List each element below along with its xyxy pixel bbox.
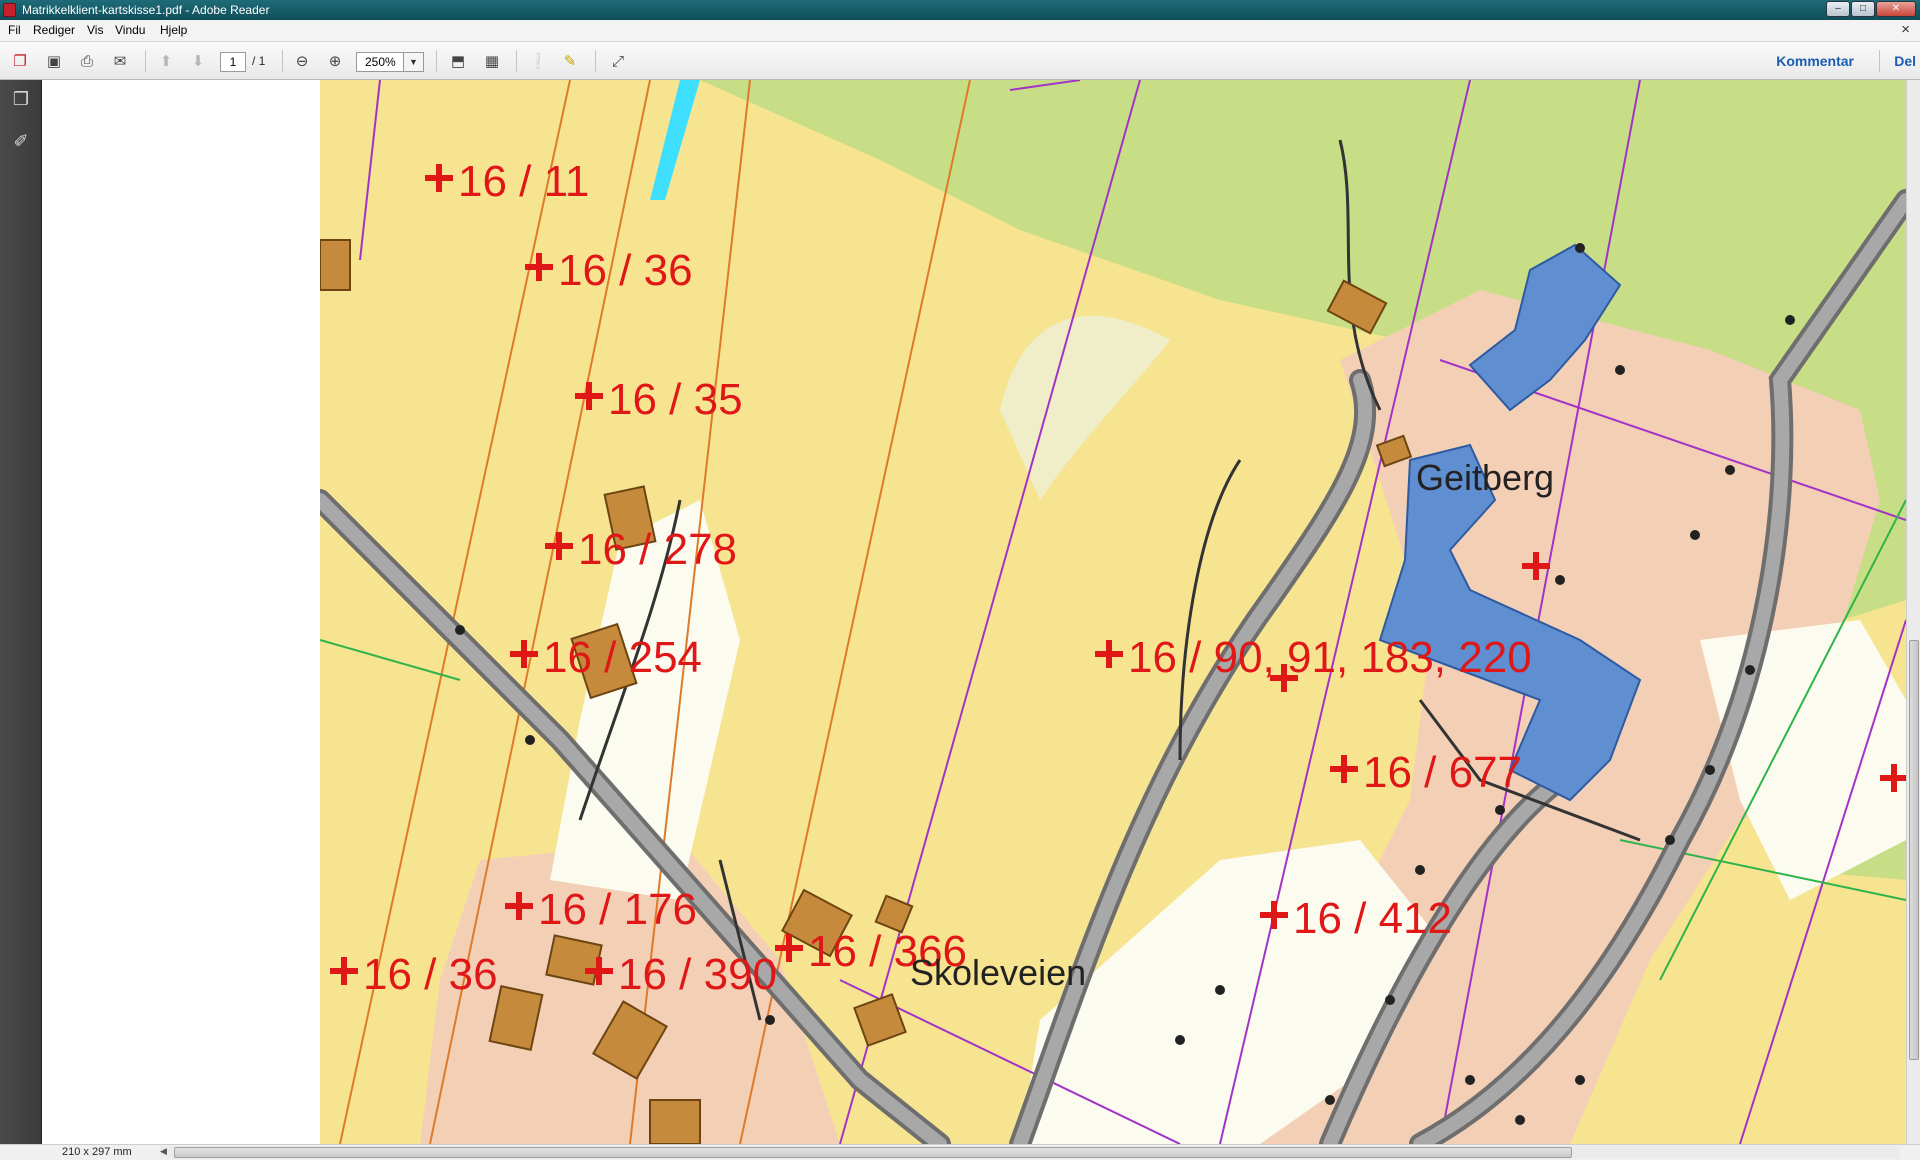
toolbar-divider xyxy=(145,50,146,72)
parcel-label: 16 / 36 xyxy=(363,950,498,999)
sticky-note-icon[interactable]: ❕ xyxy=(526,50,550,72)
minimize-button[interactable]: – xyxy=(1826,1,1850,17)
parcel-label: 16 / 35 xyxy=(608,375,743,424)
page-total: / 1 xyxy=(252,54,266,68)
parcel-label: 16 / 254 xyxy=(543,633,702,682)
menu-bar: Fil Rediger Vis Vindu Hjelp × xyxy=(0,20,1920,42)
close-button[interactable]: ✕ xyxy=(1876,1,1916,17)
toolbar-divider xyxy=(436,50,437,72)
vertical-scrollbar[interactable] xyxy=(1906,80,1920,1144)
toolbar-divider xyxy=(282,50,283,72)
menu-edit[interactable]: Rediger xyxy=(33,23,75,37)
close-document-icon[interactable]: × xyxy=(1901,21,1910,38)
zoom-out-icon[interactable]: ⊖ xyxy=(290,50,314,72)
highlight-icon[interactable]: ✎ xyxy=(558,50,582,72)
parcel-label: 16 / 90, 91, 183, 220 xyxy=(1128,633,1532,682)
status-bar: 210 x 297 mm ◀ xyxy=(0,1144,1920,1160)
page-number-input[interactable]: 1 xyxy=(220,52,246,72)
menu-window[interactable]: Vindu xyxy=(115,23,145,37)
adobe-reader-icon xyxy=(3,3,16,17)
window-title: Matrikkelklient-kartskisse1.pdf - Adobe … xyxy=(22,3,270,17)
parcel-label: 16 / 36 xyxy=(558,246,693,295)
parcel-label: 16 / 677 xyxy=(1363,748,1522,797)
toolbar-divider xyxy=(1879,50,1880,72)
next-page-icon[interactable]: ⬇ xyxy=(186,50,210,72)
title-bar: Matrikkelklient-kartskisse1.pdf - Adobe … xyxy=(0,0,1920,20)
create-pdf-icon[interactable]: ❐ xyxy=(8,50,32,72)
maximize-button[interactable]: □ xyxy=(1851,1,1875,17)
email-icon[interactable]: ✉ xyxy=(108,50,132,72)
zoom-in-icon[interactable]: ⊕ xyxy=(323,50,347,72)
toolbar: ❐ ▣ ⎙ ✉ ⬆ ⬇ 1 / 1 ⊖ ⊕ 250% ▼ ⬒ ▦ ❕ ✎ ⤢ K… xyxy=(0,42,1920,80)
zoom-level-input[interactable]: 250% xyxy=(356,52,404,72)
parcel-label: 16 / 390 xyxy=(618,950,777,999)
print-icon[interactable]: ⎙ xyxy=(75,50,99,72)
page-thumbnails-icon[interactable]: ❐ xyxy=(9,86,33,112)
horizontal-scroll-thumb[interactable] xyxy=(174,1147,1572,1158)
fit-page-icon[interactable]: ▦ xyxy=(480,50,504,72)
vertical-scroll-thumb[interactable] xyxy=(1909,640,1919,1060)
toolbar-divider xyxy=(516,50,517,72)
scroll-left-arrow-icon[interactable]: ◀ xyxy=(160,1146,167,1157)
zoom-dropdown-arrow-icon[interactable]: ▼ xyxy=(404,52,424,72)
page-size-label: 210 x 297 mm xyxy=(62,1146,132,1158)
fit-width-icon[interactable]: ⬒ xyxy=(446,50,470,72)
horizontal-scrollbar[interactable]: ◀ xyxy=(160,1146,1900,1159)
navigation-pane: ❐ ✐ xyxy=(0,80,42,1144)
share-button[interactable]: Del xyxy=(1894,53,1916,69)
parcel-label: 16 / 11 xyxy=(458,157,589,206)
parcel-label: 16 / 412 xyxy=(1293,894,1452,943)
parcel-label: 16 / 278 xyxy=(578,525,737,574)
toolbar-divider xyxy=(595,50,596,72)
cadastral-map: 16 / 11 16 / 36 16 / 35 16 / 278 16 / 25… xyxy=(320,80,1906,1144)
menu-file[interactable]: Fil xyxy=(8,23,21,37)
previous-page-icon[interactable]: ⬆ xyxy=(154,50,178,72)
street-name-label: Skoleveien xyxy=(910,952,1086,993)
comment-button[interactable]: Kommentar xyxy=(1776,53,1854,69)
save-icon[interactable]: ▣ xyxy=(42,50,66,72)
attachments-paperclip-icon[interactable]: ✐ xyxy=(9,128,33,154)
page-margin xyxy=(42,80,320,1144)
full-screen-icon[interactable]: ⤢ xyxy=(606,50,630,72)
window-controls: – □ ✕ xyxy=(1826,1,1916,17)
place-name-label: Geitberg xyxy=(1416,457,1554,498)
document-page-map[interactable]: 16 / 11 16 / 36 16 / 35 16 / 278 16 / 25… xyxy=(320,80,1906,1144)
parcel-label: 16 / 176 xyxy=(538,885,697,934)
menu-view[interactable]: Vis xyxy=(87,23,103,37)
menu-help[interactable]: Hjelp xyxy=(160,23,187,37)
